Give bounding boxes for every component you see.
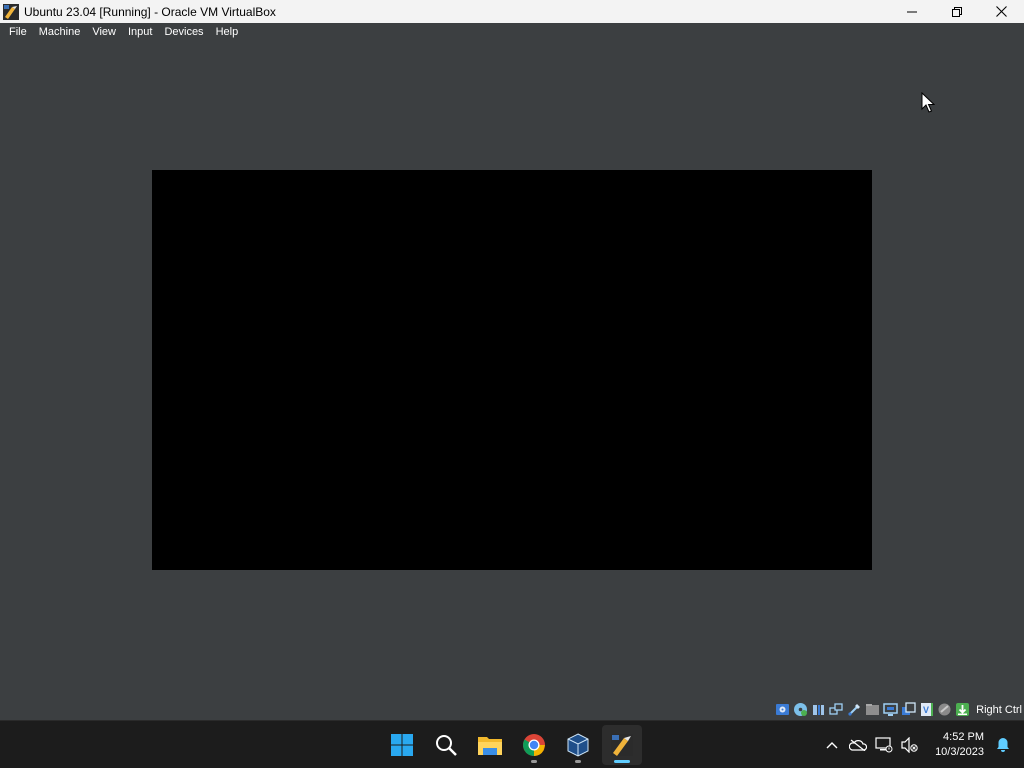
mouse-pointer-icon <box>921 92 935 113</box>
menu-devices[interactable]: Devices <box>159 23 208 41</box>
show-hidden-icons-button[interactable] <box>819 730 845 760</box>
network-icon <box>875 736 893 752</box>
bell-icon <box>997 737 1009 752</box>
file-explorer-icon <box>478 736 502 755</box>
optical-drive-icon[interactable] <box>793 702 808 717</box>
system-tray: 4:52 PM 10/3/2023 <box>819 721 1024 768</box>
window-title: Ubuntu 23.04 [Running] - Oracle VM Virtu… <box>24 4 276 19</box>
close-button[interactable] <box>979 0 1024 23</box>
menu-help[interactable]: Help <box>211 23 244 41</box>
window-titlebar[interactable]: Ubuntu 23.04 [Running] - Oracle VM Virtu… <box>0 0 1024 23</box>
host-key-label[interactable]: Right Ctrl <box>976 704 1022 716</box>
start-button[interactable] <box>382 725 422 765</box>
menu-input[interactable]: Input <box>123 23 157 41</box>
search-icon <box>436 734 457 756</box>
virtualbox-app-icon[interactable] <box>3 3 19 20</box>
restore-icon <box>951 6 962 17</box>
windows-taskbar: 4:52 PM 10/3/2023 <box>0 720 1024 768</box>
virtualbox-vm-icon <box>611 733 633 756</box>
clock[interactable]: 4:52 PM 10/3/2023 <box>935 730 984 760</box>
search-button[interactable] <box>426 725 466 765</box>
clock-time: 4:52 PM <box>943 730 984 743</box>
vm-display-area[interactable] <box>0 41 1024 699</box>
hard-disk-icon[interactable] <box>775 702 790 717</box>
recording-icon[interactable] <box>901 702 916 717</box>
virtualbox-manager-button[interactable] <box>558 725 598 765</box>
start-icon <box>391 733 413 756</box>
clock-date: 10/3/2023 <box>935 745 984 758</box>
show-hidden-icons-icon <box>826 741 838 748</box>
running-indicator <box>531 759 537 763</box>
active-indicator <box>614 759 630 763</box>
status-icons: V <box>775 702 970 717</box>
usb-icon[interactable] <box>847 702 862 717</box>
virtualization-icon[interactable]: V <box>919 702 934 717</box>
chrome-button[interactable] <box>514 725 554 765</box>
menu-file[interactable]: File <box>4 23 32 41</box>
volume-button[interactable] <box>897 730 923 760</box>
shared-folders-icon[interactable] <box>865 702 880 717</box>
window-controls <box>889 0 1024 23</box>
display-icon[interactable] <box>883 702 898 717</box>
menu-machine[interactable]: Machine <box>34 23 86 41</box>
running-indicator <box>575 759 581 763</box>
network-icon[interactable] <box>829 702 844 717</box>
minimize-icon <box>906 11 917 12</box>
notifications-button[interactable] <box>990 730 1016 760</box>
file-explorer-button[interactable] <box>470 725 510 765</box>
keyboard-capture-icon[interactable] <box>955 702 970 717</box>
onedrive-icon <box>849 739 868 751</box>
network-status-button[interactable] <box>871 730 897 760</box>
restore-button[interactable] <box>934 0 979 23</box>
svg-text:V: V <box>923 705 929 715</box>
vm-status-bar: V Right Ctrl <box>0 699 1024 720</box>
chrome-icon <box>523 733 545 756</box>
menu-bar: File Machine View Input Devices Help <box>0 23 1024 41</box>
virtualbox-manager-icon <box>567 732 589 757</box>
onedrive-button[interactable] <box>845 730 871 760</box>
mouse-integration-icon[interactable] <box>937 702 952 717</box>
taskbar-apps <box>380 721 644 768</box>
audio-icon[interactable] <box>811 702 826 717</box>
close-icon <box>996 6 1007 17</box>
vm-guest-screen[interactable] <box>152 170 872 570</box>
volume-muted-icon <box>901 736 918 753</box>
virtualbox-vm-button[interactable] <box>602 724 642 765</box>
menu-view[interactable]: View <box>87 23 121 41</box>
minimize-button[interactable] <box>889 0 934 23</box>
